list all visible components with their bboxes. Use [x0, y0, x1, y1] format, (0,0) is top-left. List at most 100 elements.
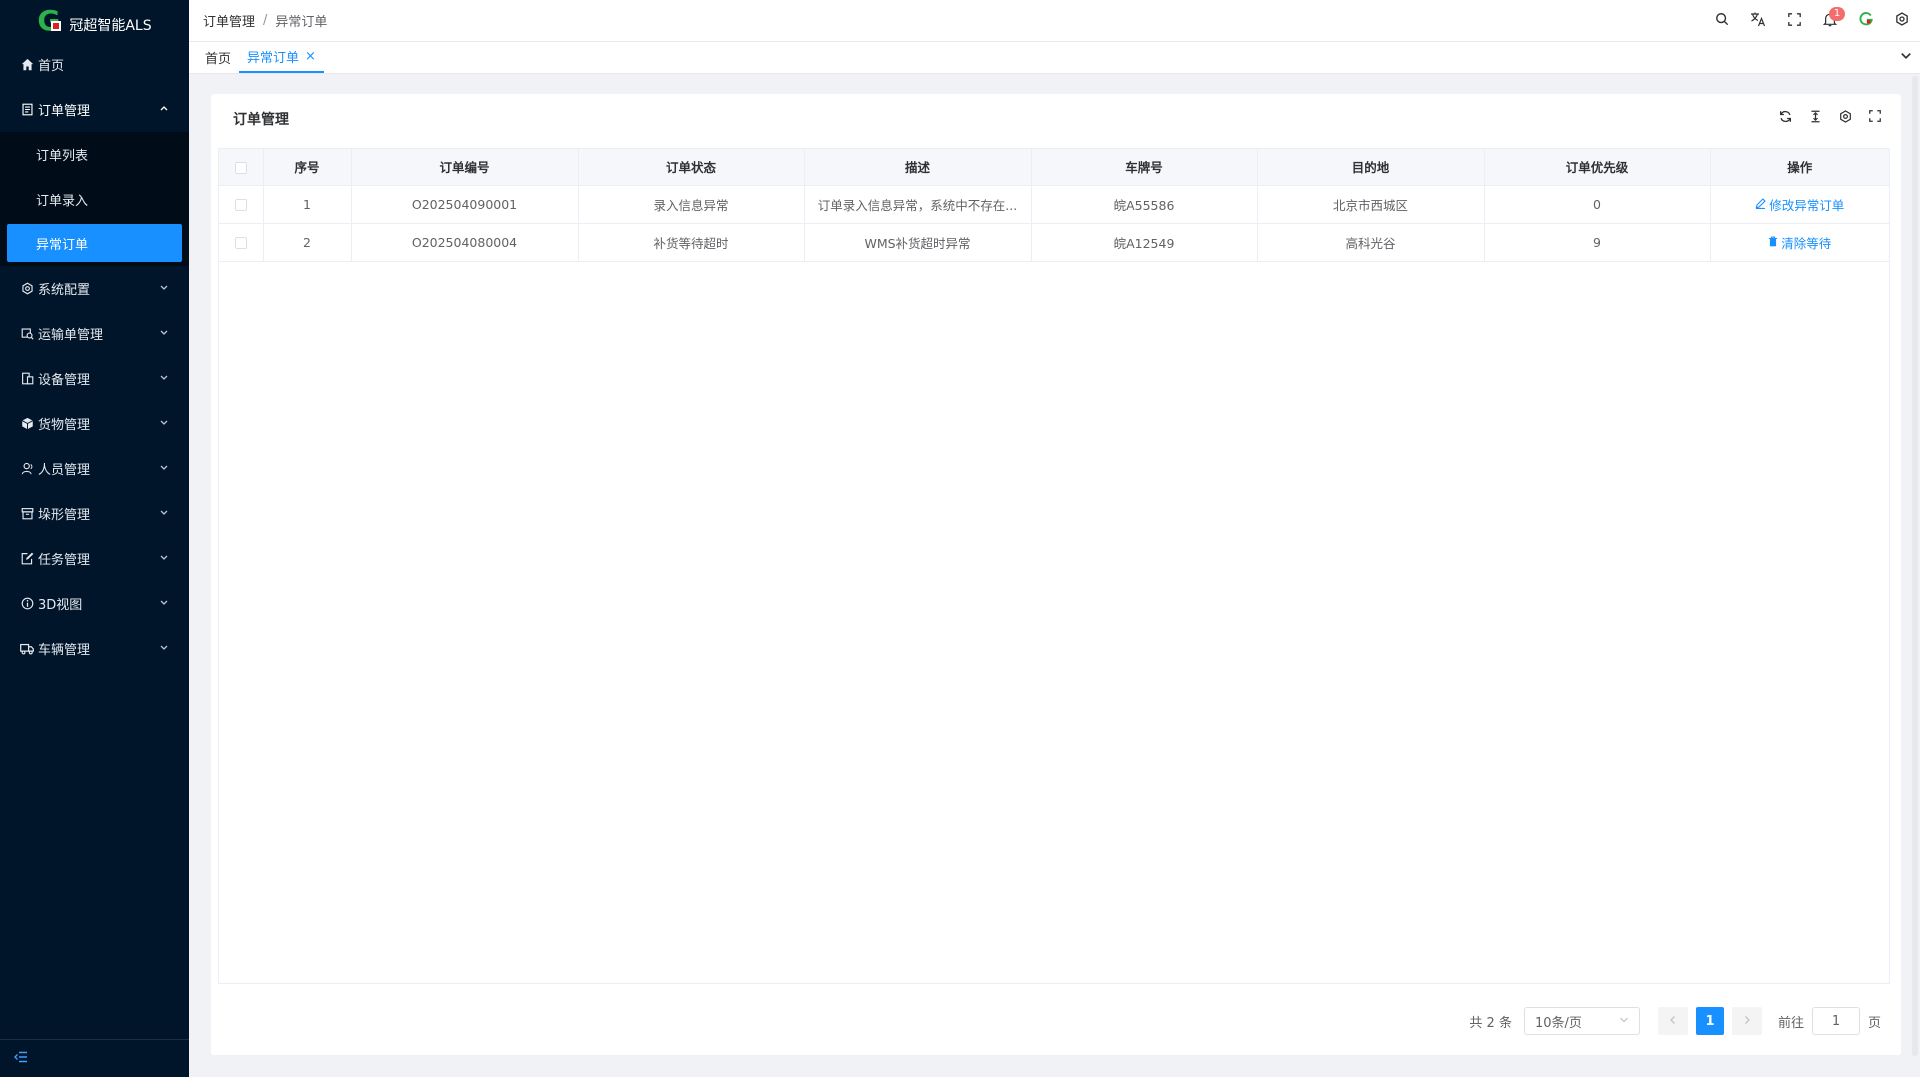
tab-label: 异常订单 — [247, 50, 300, 66]
sidebar-item-order-list[interactable]: 订单列表 — [0, 132, 189, 177]
page-size-select[interactable]: 10条/页 — [1523, 1007, 1640, 1035]
sidebar-item-home[interactable]: 首页 — [0, 42, 189, 87]
card-title: 订单管理 — [233, 112, 289, 128]
breadcrumb-current: 异常订单 — [275, 15, 328, 30]
pagination: 共 2 条 10条/页 1 前往 1 页 — [1469, 1007, 1881, 1035]
sidebar-item-label: 车辆管理 — [38, 643, 91, 658]
tab-label: 首页 — [205, 51, 232, 67]
row-select-cell — [219, 223, 264, 262]
sidebar-item-goods[interactable]: 货物管理 — [0, 401, 189, 446]
sidebar: G 冠超智能ALS 首页 订单管理 订单列表 订单录入 异常订单 系统配置 运输… — [0, 0, 189, 1077]
sidebar-item-system-config[interactable]: 系统配置 — [0, 266, 189, 311]
select-all-cell — [219, 149, 264, 186]
breadcrumb-separator: / — [263, 13, 268, 28]
sidebar-item-label: 订单管理 — [38, 104, 91, 119]
page-scrollbar[interactable] — [1912, 76, 1918, 1056]
column-header: 车牌号 — [1031, 149, 1258, 186]
app-logo[interactable]: G 冠超智能ALS — [0, 0, 189, 42]
row-select-cell — [219, 185, 264, 224]
cell-destination: 高科光谷 — [1257, 223, 1485, 262]
chevron-down-icon — [159, 506, 169, 521]
tab-home[interactable]: 首页 — [197, 41, 239, 73]
order-submenu: 订单列表 订单录入 异常订单 — [0, 132, 189, 266]
trash-icon — [1768, 235, 1778, 250]
chevron-down-icon — [1900, 50, 1912, 66]
sidebar-item-personnel[interactable]: 人员管理 — [0, 446, 189, 491]
table-fullscreen-button[interactable] — [1867, 110, 1883, 126]
language-button[interactable] — [1740, 0, 1776, 42]
edit-abnormal-order-link[interactable]: 修改异常订单 — [1755, 195, 1844, 214]
refresh-button[interactable] — [1777, 110, 1793, 126]
notifications-button[interactable]: 1 — [1812, 0, 1848, 42]
collapse-sidebar-button[interactable] — [0, 1039, 189, 1077]
goto-page-input[interactable]: 1 — [1811, 1007, 1860, 1035]
sidebar-item-label: 异常订单 — [36, 237, 89, 253]
table-toolbar — [1777, 109, 1883, 126]
sidebar-item-stacking[interactable]: 垛形管理 — [0, 491, 189, 536]
app-name: 冠超智能ALS — [69, 18, 152, 34]
cube-icon — [20, 417, 34, 431]
fullscreen-button[interactable] — [1776, 0, 1812, 42]
close-icon[interactable]: × — [305, 49, 316, 64]
chevron-down-icon — [159, 641, 169, 656]
clear-wait-link[interactable]: 清除等待 — [1768, 233, 1831, 252]
goto-label: 前往 — [1777, 1015, 1804, 1031]
select-all-checkbox[interactable] — [234, 161, 247, 174]
box-icon — [20, 507, 34, 521]
column-settings-button[interactable] — [1837, 109, 1853, 126]
top-header: 订单管理 / 异常订单 1 — [189, 0, 1920, 42]
density-button[interactable] — [1807, 110, 1823, 126]
translate-icon — [1750, 11, 1766, 31]
sidebar-item-device[interactable]: 设备管理 — [0, 356, 189, 401]
cell-priority: 0 — [1484, 185, 1711, 224]
home-icon — [20, 58, 34, 72]
sidebar-item-label: 垛形管理 — [38, 508, 91, 523]
brand-g-icon — [1859, 12, 1873, 30]
sidebar-item-3d-view[interactable]: 3D视图 — [0, 581, 189, 626]
document-icon — [20, 103, 34, 117]
row-checkbox[interactable] — [234, 237, 247, 249]
breadcrumb-item[interactable]: 订单管理 — [203, 11, 255, 30]
tab-abnormal-orders[interactable]: 异常订单 × — [239, 41, 324, 73]
sidebar-item-tasks[interactable]: 任务管理 — [0, 536, 189, 581]
sidebar-item-transport[interactable]: 运输单管理 — [0, 311, 189, 356]
settings-button[interactable] — [1884, 0, 1920, 42]
gear-icon — [20, 282, 34, 296]
sidebar-item-vehicles[interactable]: 车辆管理 — [0, 626, 189, 671]
cell-plate: 皖A12549 — [1031, 223, 1258, 262]
cell-description: 订单录入信息异常，系统中不存在... — [804, 185, 1032, 224]
page-unit-label: 页 — [1867, 1015, 1881, 1031]
cell-seq: 2 — [263, 223, 352, 262]
breadcrumb: 订单管理 / 异常订单 — [189, 11, 327, 30]
sidebar-item-order-entry[interactable]: 订单录入 — [0, 177, 189, 222]
order-card: 订单管理 序号 订单编号 订单状态 描述 车牌号 目的地 订单优先级 操作 1 … — [211, 94, 1901, 1055]
chevron-down-icon — [159, 461, 169, 476]
action-label: 修改异常订单 — [1769, 197, 1845, 213]
column-header: 订单编号 — [351, 149, 579, 186]
sidebar-menu: 首页 订单管理 订单列表 订单录入 异常订单 系统配置 运输单管理 设备管理 货… — [0, 42, 189, 671]
page-number-current[interactable]: 1 — [1695, 1007, 1724, 1035]
notification-badge: 1 — [1829, 7, 1845, 21]
next-page-button[interactable] — [1731, 1007, 1762, 1035]
cell-order-no: O202504090001 — [351, 185, 579, 224]
chevron-down-icon — [159, 596, 169, 611]
sidebar-item-abnormal-orders[interactable]: 异常订单 — [7, 224, 182, 262]
search-button[interactable] — [1704, 0, 1740, 42]
prev-page-button[interactable] — [1657, 1007, 1688, 1035]
user-icon — [20, 462, 34, 476]
row-checkbox[interactable] — [234, 199, 247, 211]
sidebar-item-label: 人员管理 — [38, 463, 91, 478]
cell-seq: 1 — [263, 185, 352, 224]
brand-button[interactable] — [1848, 0, 1884, 42]
table-row[interactable]: 1 O202504090001 录入信息异常 订单录入信息异常，系统中不存在..… — [219, 185, 1889, 224]
fullscreen-icon — [1787, 12, 1801, 30]
device-icon — [20, 372, 34, 386]
sidebar-item-order-management[interactable]: 订单管理 — [0, 87, 189, 132]
tabs-dropdown-button[interactable] — [1900, 42, 1912, 74]
collapse-icon — [14, 1051, 28, 1067]
sidebar-item-label: 首页 — [38, 59, 65, 74]
table-row[interactable]: 2 O202504080004 补货等待超时 WMS补货超时异常 皖A12549… — [219, 223, 1889, 262]
transport-icon — [20, 327, 34, 341]
search-icon — [1715, 12, 1729, 30]
task-icon — [20, 552, 34, 566]
